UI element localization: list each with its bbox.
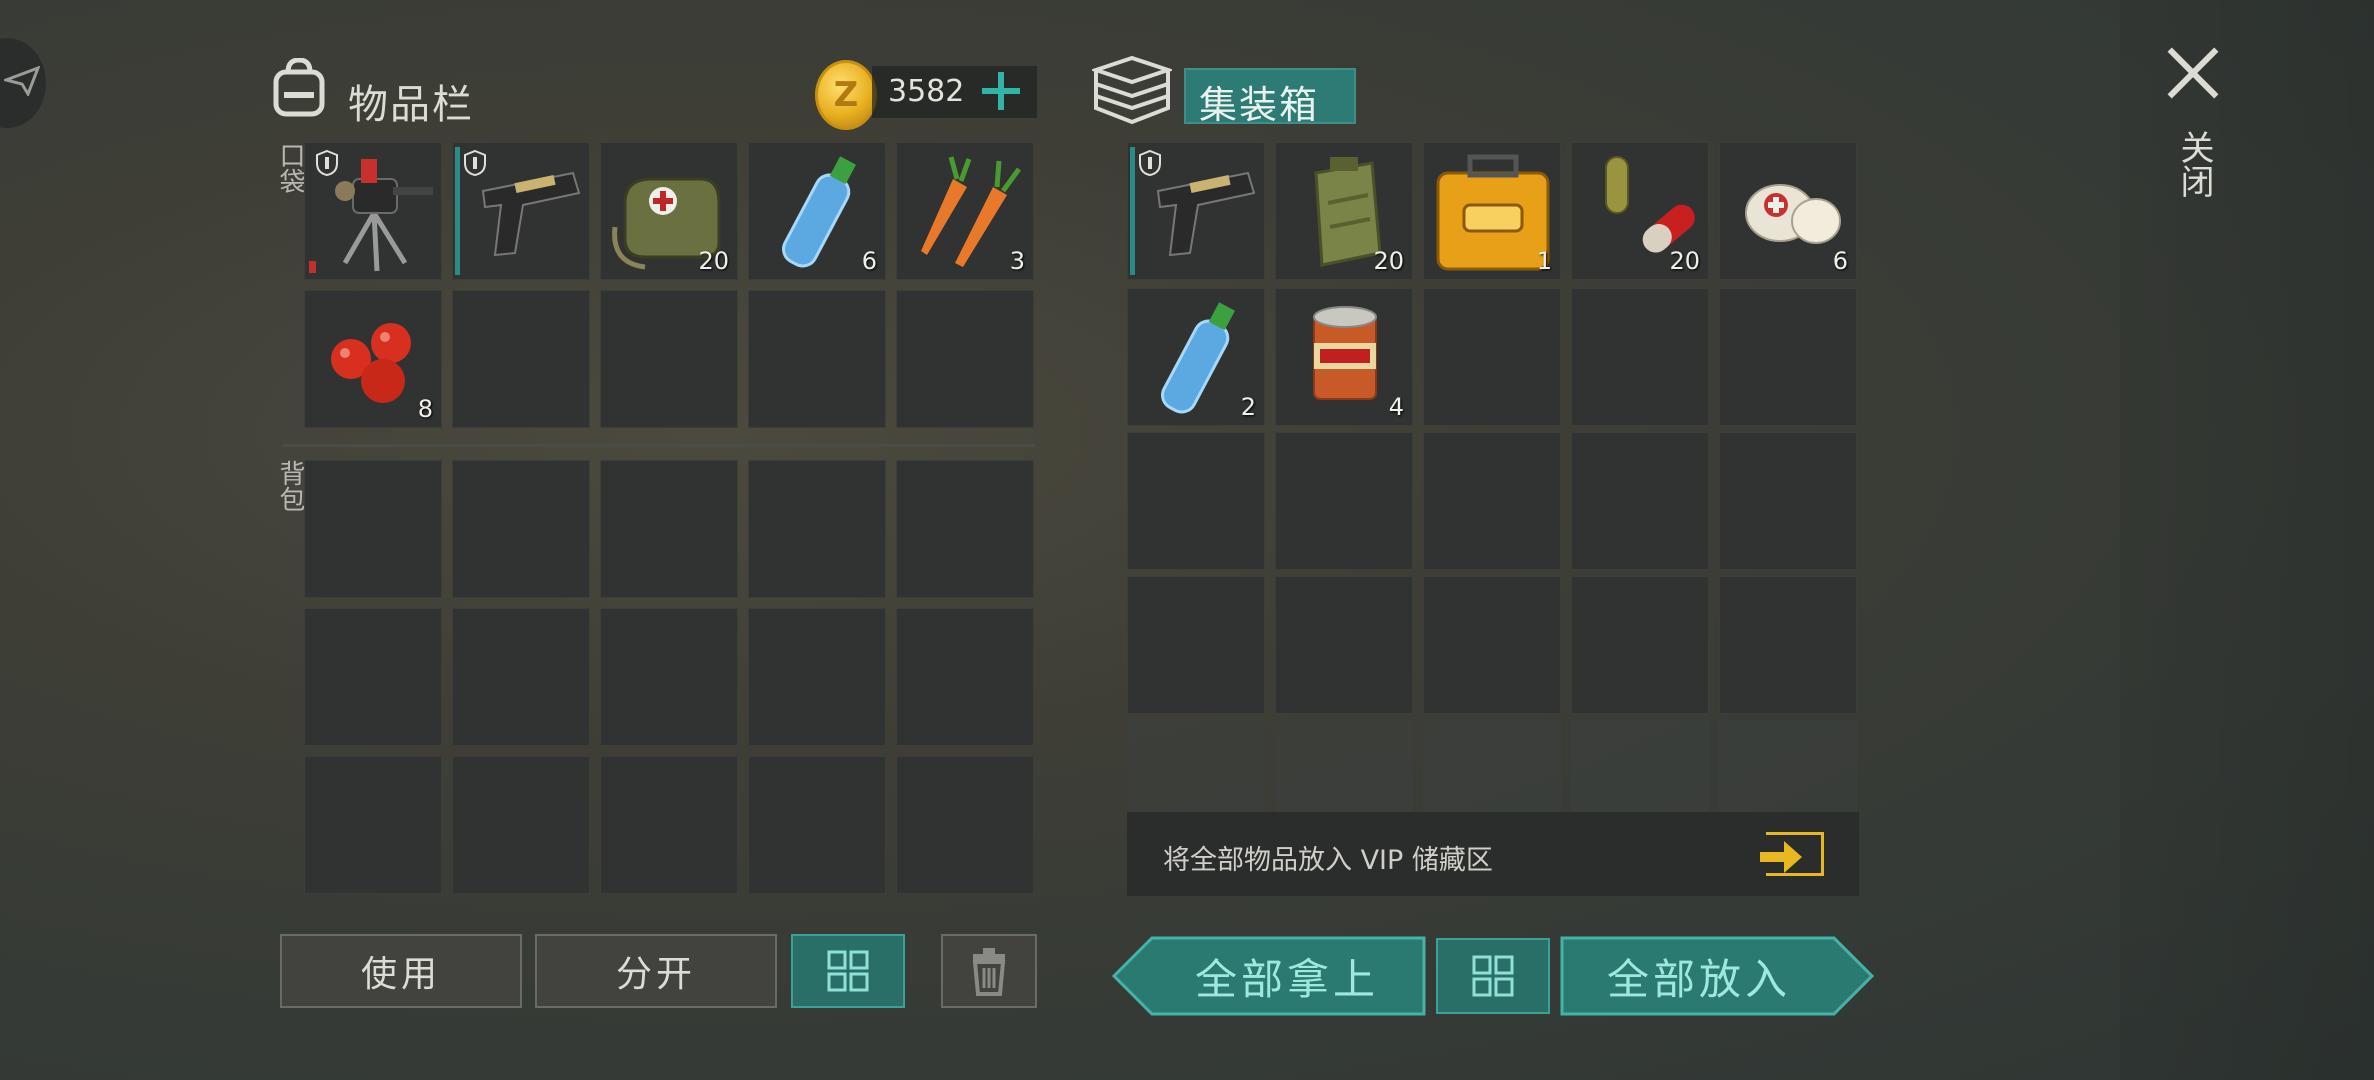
pocket-slot[interactable] [748,290,886,428]
shield-icon [316,149,338,177]
vip-transfer-button[interactable] [1760,832,1824,876]
backpack-slot[interactable] [304,608,442,746]
grid-sort-icon [827,950,869,992]
item-count: 4 [1388,393,1404,421]
backpack-slot[interactable] [748,756,886,894]
container-slot[interactable] [1571,576,1709,714]
take-all-button[interactable]: 全部拿上 [1150,938,1424,1014]
backpack-icon [273,58,325,117]
backpack-slot[interactable] [304,460,442,598]
arrow-right-icon [1760,841,1802,873]
item-count: 20 [1669,247,1700,275]
pocket-slot[interactable]: 20 [600,142,738,280]
pocket-slot[interactable] [304,142,442,280]
backpack-slot[interactable] [600,608,738,746]
container-slot[interactable] [1571,288,1709,426]
container-slot[interactable]: 1 [1423,142,1561,280]
paper-plane-icon [4,66,40,96]
trash-icon [972,948,1006,996]
container-slot[interactable] [1127,576,1265,714]
grid-sort-icon [1472,955,1514,997]
side-menu-button[interactable] [0,36,48,130]
add-coins-button[interactable] [980,70,1022,112]
container-slot[interactable]: 20 [1275,142,1413,280]
container-slot[interactable] [1127,432,1265,570]
container-slot[interactable]: 20 [1571,142,1709,280]
shield-icon [464,149,486,177]
container-slot[interactable] [1423,576,1561,714]
backpack-slot[interactable] [748,608,886,746]
item-count: 20 [698,247,729,275]
vip-storage-text: 将全部物品放入 VIP 储藏区 [1163,845,1493,876]
inventory-title: 物品栏 [348,82,474,128]
item-count: 2 [1240,393,1256,421]
container-icon [1092,55,1172,125]
container-slot[interactable] [1423,288,1561,426]
container-slot[interactable] [1275,432,1413,570]
backpack-slot[interactable] [452,756,590,894]
item-count: 20 [1373,247,1404,275]
backpack-slot[interactable] [748,460,886,598]
backpack-slot[interactable] [452,608,590,746]
delete-button[interactable] [941,934,1037,1008]
right-panel-shade [2120,0,2374,1080]
backpack-slot[interactable] [896,756,1034,894]
pocket-slot[interactable]: 3 [896,142,1034,280]
container-slot[interactable] [1275,576,1413,714]
backpack-slot[interactable] [304,756,442,894]
coin-amount: 3582 [888,74,965,109]
container-title: 集装箱 [1199,83,1320,127]
item-count: 1 [1536,247,1552,275]
pocket-slot[interactable]: 8 [304,290,442,428]
pocket-slot[interactable] [452,290,590,428]
container-slot[interactable] [1719,288,1857,426]
backpack-slot[interactable] [600,460,738,598]
container-slot[interactable] [1423,432,1561,570]
backpack-slot[interactable] [600,756,738,894]
item-count: 6 [1832,247,1848,275]
backpack-slot[interactable] [452,460,590,598]
container-slot[interactable] [1571,432,1709,570]
durability-bar [309,261,316,273]
item-count: 3 [1009,247,1025,275]
close-label[interactable]: 关闭 [2170,130,2219,198]
container-slot[interactable]: 4 [1275,288,1413,426]
container-slot[interactable] [1719,432,1857,570]
sort-inventory-button[interactable] [791,934,905,1008]
use-button[interactable]: 使用 [280,934,522,1008]
coin-icon: Z [815,60,877,130]
container-slot[interactable]: 2 [1127,288,1265,426]
container-slot[interactable] [1127,142,1265,280]
pocket-slot[interactable]: 6 [748,142,886,280]
backpack-slot[interactable] [896,608,1034,746]
item-count: 6 [861,247,877,275]
close-icon[interactable] [2166,46,2220,100]
container-slot[interactable]: 6 [1719,142,1857,280]
item-count: 8 [417,395,433,423]
container-slot[interactable] [1719,576,1857,714]
shield-icon [1139,149,1161,177]
split-button[interactable]: 分开 [535,934,777,1008]
section-divider [283,444,1035,447]
put-all-button[interactable]: 全部放入 [1562,938,1836,1014]
pocket-slot[interactable] [896,290,1034,428]
backpack-slot[interactable] [896,460,1034,598]
sort-container-button[interactable] [1436,938,1550,1014]
pocket-slot[interactable] [600,290,738,428]
pocket-slot[interactable] [452,142,590,280]
